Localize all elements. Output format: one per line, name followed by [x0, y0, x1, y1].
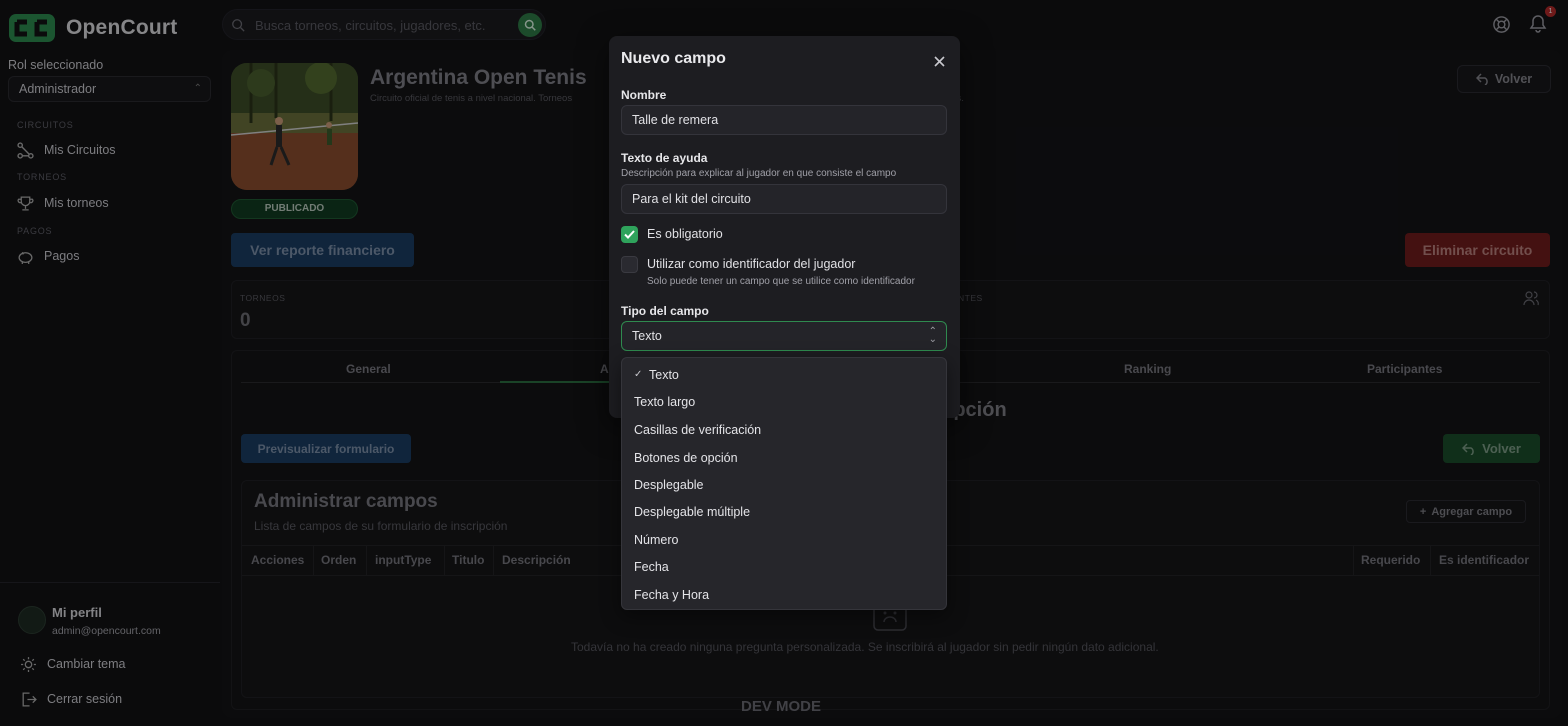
required-label: Es obligatorio: [647, 227, 723, 241]
check-icon: ✓: [634, 369, 643, 380]
name-field[interactable]: Talle de remera: [621, 105, 947, 135]
close-icon[interactable]: [932, 54, 947, 69]
field-type-value: Texto: [632, 329, 662, 343]
modal-title: Nuevo campo: [621, 50, 726, 67]
dropdown-option-fecha-hora[interactable]: Fecha y Hora: [634, 588, 709, 602]
help-text-field[interactable]: Para el kit del circuito: [621, 184, 947, 214]
field-type-select[interactable]: Texto ⌃ ⌄: [621, 321, 947, 351]
dropdown-option-texto-largo[interactable]: Texto largo: [634, 395, 695, 409]
identifier-help: Solo puede tener un campo que se utilice…: [647, 276, 915, 287]
dropdown-option-fecha[interactable]: Fecha: [634, 560, 669, 574]
dropdown-option-botones[interactable]: Botones de opción: [634, 451, 738, 465]
dropdown-option-desplegable-multiple[interactable]: Desplegable múltiple: [634, 505, 750, 519]
chevron-updown-icon: ⌃ ⌄: [928, 326, 937, 345]
dropdown-option-texto[interactable]: Texto: [649, 368, 679, 382]
dropdown-option-numero[interactable]: Número: [634, 533, 678, 547]
check-icon: [624, 230, 635, 239]
identifier-label: Utilizar como identificador del jugador: [647, 257, 856, 271]
identifier-checkbox[interactable]: [621, 256, 638, 273]
help-text-label: Texto de ayuda: [621, 151, 708, 165]
dropdown-option-desplegable[interactable]: Desplegable: [634, 478, 704, 492]
field-type-label: Tipo del campo: [621, 304, 709, 318]
help-text-description: Descripción para explicar al jugador en …: [621, 168, 897, 179]
dropdown-option-casillas[interactable]: Casillas de verificación: [634, 423, 761, 437]
required-checkbox[interactable]: [621, 226, 638, 243]
name-label: Nombre: [621, 88, 667, 102]
